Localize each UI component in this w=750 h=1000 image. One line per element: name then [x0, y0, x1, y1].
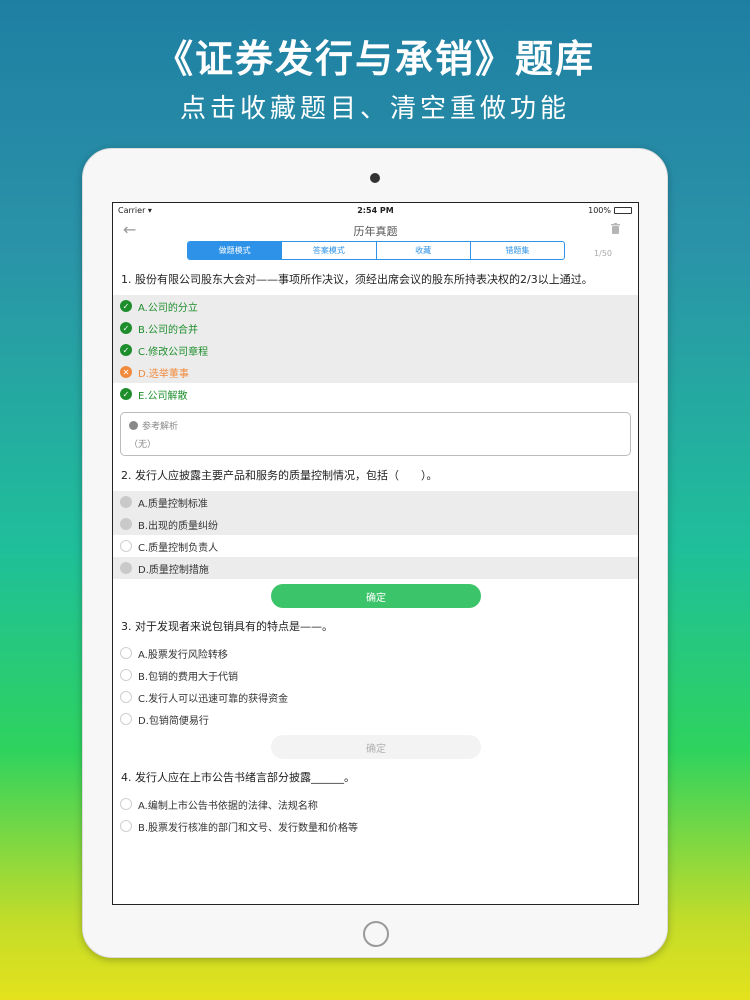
confirm-row: 确定 — [113, 730, 638, 764]
option-label: B.公司的合并 — [138, 324, 199, 336]
trash-icon[interactable] — [611, 223, 620, 234]
promo-headline: 《证券发行与承销》题库 — [154, 37, 595, 81]
question-text: 3. 对于发现者来说包销具有的特点是——。 — [121, 620, 333, 633]
option-item[interactable]: B.包销的费用大于代销 — [113, 664, 638, 686]
radio-empty-icon — [120, 820, 132, 832]
option-label: C.质量控制负责人 — [138, 542, 219, 554]
radio-selected-icon — [120, 518, 132, 530]
radio-empty-icon — [120, 798, 132, 810]
confirm-button-disabled[interactable]: 确定 — [271, 735, 481, 759]
mode-tabs: 做题模式 答案模式 收藏 错题集 — [187, 241, 565, 260]
check-icon: ✓ — [120, 300, 132, 312]
mode-tabs-row: 做题模式 答案模式 收藏 错题集 1/50 — [113, 240, 638, 266]
option-label: A.公司的分立 — [138, 302, 198, 314]
option-label: A.质量控制标准 — [138, 498, 208, 510]
camera-icon — [370, 173, 380, 183]
option-label: D.选举董事 — [138, 368, 189, 380]
option-item[interactable]: ✓ C.修改公司章程 — [113, 339, 638, 361]
ipad-frame: Carrier ▾ 2:54 PM 100% ← 历年真题 做题模式 答案模式 … — [82, 148, 668, 958]
analysis-header: 参考解析 — [129, 419, 622, 432]
analysis-title: 参考解析 — [142, 422, 179, 432]
check-icon: ✓ — [120, 322, 132, 334]
page-title: 历年真题 — [353, 225, 398, 238]
option-label: B.包销的费用大于代销 — [138, 671, 239, 683]
question-text: 4. 发行人应在上市公告书绪言部分披露______。 — [121, 771, 355, 784]
radio-empty-icon — [120, 669, 132, 681]
option-label: A.编制上市公告书依据的法律、法规名称 — [138, 800, 318, 812]
radio-empty-icon — [120, 691, 132, 703]
radio-empty-icon — [120, 540, 132, 552]
confirm-row: 确定 — [113, 579, 638, 613]
option-item[interactable]: C.发行人可以迅速可靠的获得资金 — [113, 686, 638, 708]
option-item[interactable]: A.质量控制标准 — [113, 491, 638, 513]
radio-empty-icon — [120, 647, 132, 659]
radio-selected-icon — [120, 496, 132, 508]
option-label: C.修改公司章程 — [138, 346, 209, 358]
status-time: 2:54 PM — [357, 206, 394, 215]
tab-practice-mode[interactable]: 做题模式 — [188, 242, 283, 259]
option-label: A.股票发行风险转移 — [138, 649, 228, 661]
nav-bar: ← 历年真题 — [113, 218, 638, 240]
tab-favorites[interactable]: 收藏 — [377, 242, 471, 259]
option-item[interactable]: C.质量控制负责人 — [113, 535, 638, 557]
question-text: 1. 股份有限公司股东大会对——事项所作决议，须经出席会议的股东所持表决权的2/… — [121, 273, 593, 286]
option-item[interactable]: ✕ D.选举董事 — [113, 361, 638, 383]
check-icon: ✓ — [120, 388, 132, 400]
battery-icon — [614, 207, 632, 214]
home-button[interactable] — [363, 921, 389, 947]
battery-status: 100% — [588, 206, 632, 215]
option-label: E.公司解散 — [138, 390, 188, 402]
radio-selected-icon — [120, 562, 132, 574]
app-screen: Carrier ▾ 2:54 PM 100% ← 历年真题 做题模式 答案模式 … — [112, 202, 639, 905]
option-item[interactable]: B.出现的质量纠纷 — [113, 513, 638, 535]
analysis-body: （无） — [129, 440, 157, 450]
option-label: B.股票发行核准的部门和文号、发行数量和价格等 — [138, 822, 359, 834]
question-text: 2. 发行人应披露主要产品和服务的质量控制情况，包括（ ）。 — [121, 469, 438, 482]
option-label: C.发行人可以迅速可靠的获得资金 — [138, 693, 289, 705]
option-item[interactable]: A.股票发行风险转移 — [113, 642, 638, 664]
info-icon — [129, 421, 138, 430]
option-item[interactable]: ✓ A.公司的分立 — [113, 295, 638, 317]
option-label: B.出现的质量纠纷 — [138, 520, 219, 532]
battery-percent: 100% — [588, 206, 611, 215]
confirm-button[interactable]: 确定 — [271, 584, 481, 608]
radio-empty-icon — [120, 713, 132, 725]
option-item[interactable]: D.质量控制措施 — [113, 557, 638, 579]
option-item[interactable]: B.股票发行核准的部门和文号、发行数量和价格等 — [113, 815, 638, 837]
analysis-box: 参考解析 （无） — [120, 412, 631, 456]
option-item[interactable]: ✓ B.公司的合并 — [113, 317, 638, 339]
check-icon: ✓ — [120, 344, 132, 356]
question-counter: 1/50 — [594, 249, 612, 258]
option-label: D.质量控制措施 — [138, 564, 209, 576]
status-bar: Carrier ▾ 2:54 PM 100% — [113, 203, 638, 218]
promo-subline: 点击收藏题目、清空重做功能 — [179, 94, 570, 124]
option-item[interactable]: ✓ E.公司解散 — [113, 383, 638, 405]
tab-answer-mode[interactable]: 答案模式 — [282, 242, 377, 259]
cross-icon: ✕ — [120, 366, 132, 378]
option-label: D.包销简便易行 — [138, 715, 209, 727]
option-item[interactable]: A.编制上市公告书依据的法律、法规名称 — [113, 793, 638, 815]
tab-wrong-questions[interactable]: 错题集 — [471, 242, 564, 259]
option-item[interactable]: D.包销简便易行 — [113, 708, 638, 730]
